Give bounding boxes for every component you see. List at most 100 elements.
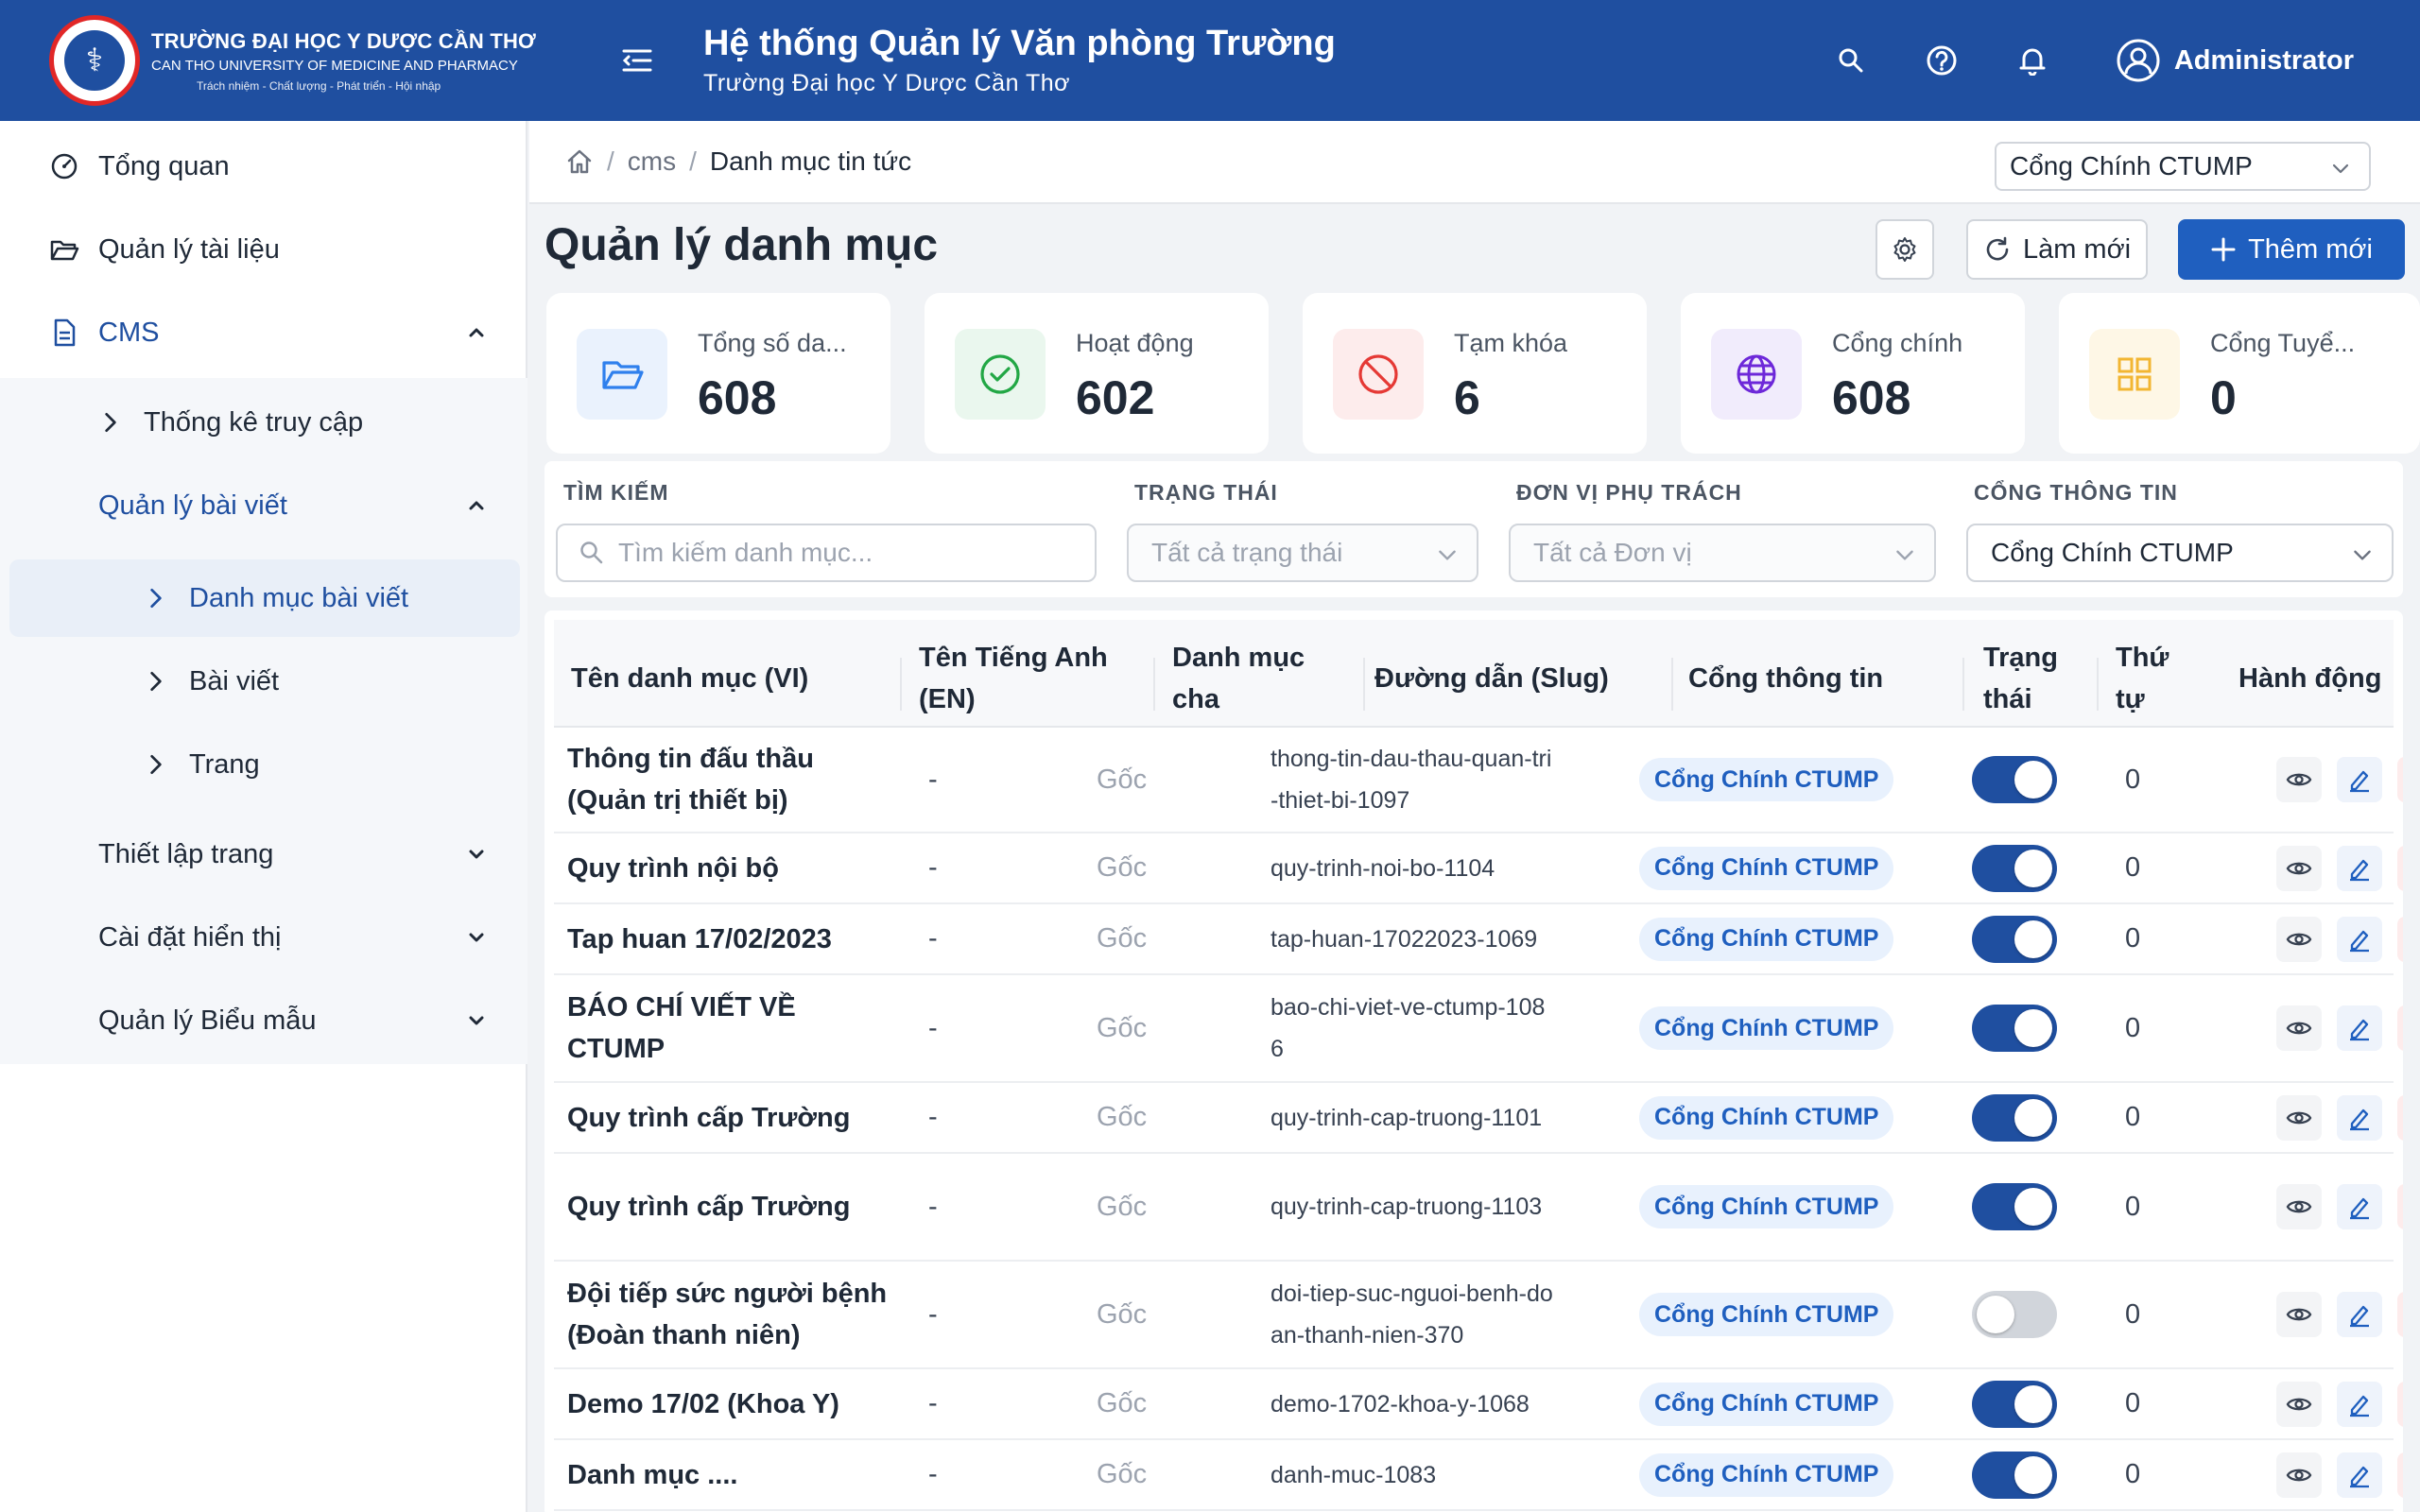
- bell-icon[interactable]: [2006, 34, 2059, 87]
- breadcrumb-bar: / cms / Danh mục tin tức Cổng Chính CTUM…: [529, 121, 2420, 204]
- sidebar-item-post-categories[interactable]: Danh mục bài viết: [0, 557, 527, 640]
- eye-icon[interactable]: [2276, 1381, 2322, 1427]
- edit-icon[interactable]: [2337, 1452, 2382, 1498]
- table-row[interactable]: Đội tiếp sức người bệnh (Đoàn thanh niên…: [554, 1262, 2403, 1369]
- menu-toggle-icon[interactable]: [618, 42, 656, 79]
- sidebar-item-posts[interactable]: Bài viết: [0, 640, 527, 723]
- portal-badge: Cổng Chính CTUMP: [1639, 846, 1894, 890]
- column-header-name[interactable]: Tên danh mục (VI): [571, 620, 808, 737]
- filter-label-status: TRẠNG THÁI: [1134, 480, 1278, 505]
- status-select[interactable]: Tất cả trạng thái: [1127, 524, 1478, 582]
- sidebar-item-page-setup[interactable]: Thiết lập trang: [0, 813, 527, 896]
- table-row[interactable]: Quy trình nội bộ - Gốc quy-trinh-noi-bo-110…: [554, 833, 2403, 904]
- status-toggle[interactable]: [1972, 915, 2057, 963]
- eye-icon[interactable]: [2276, 1452, 2322, 1498]
- status-select-value: Tất cả trạng thái: [1151, 538, 1343, 567]
- sidebar-item-cms[interactable]: CMS: [0, 291, 527, 374]
- chevron-down-icon: [1896, 550, 1913, 560]
- column-header-order[interactable]: Thứ tự: [2116, 620, 2191, 737]
- edit-icon[interactable]: [2337, 845, 2382, 891]
- portal-badge: Cổng Chính CTUMP: [1639, 1185, 1894, 1228]
- edit-icon[interactable]: [2337, 1292, 2382, 1337]
- refresh-button[interactable]: Làm mới: [1966, 219, 2148, 280]
- edit-icon[interactable]: [2337, 757, 2382, 802]
- category-name: Đội tiếp sức người bệnh (Đoàn thanh niên…: [567, 1279, 888, 1350]
- eye-icon[interactable]: [2276, 757, 2322, 802]
- toggle-knob: [2014, 849, 2052, 887]
- user-menu[interactable]: Administrator: [2116, 38, 2354, 83]
- sidebar-item-post-management[interactable]: Quản lý bài viết: [0, 464, 527, 547]
- status-toggle[interactable]: [1972, 1093, 2057, 1142]
- add-new-button[interactable]: Thêm mới: [2178, 219, 2405, 280]
- sidebar-item-access-stats[interactable]: Thống kê truy cập: [0, 381, 527, 464]
- table-row[interactable]: Quy trình cấp Trường - Gốc quy-trinh-cap-tr…: [554, 1154, 2403, 1262]
- search-icon[interactable]: [1824, 34, 1877, 87]
- settings-button[interactable]: [1876, 219, 1934, 280]
- stat-value: 0: [2210, 371, 2237, 424]
- toggle-knob: [2014, 1384, 2052, 1423]
- status-toggle[interactable]: [1972, 844, 2057, 892]
- eye-icon[interactable]: [2276, 916, 2322, 962]
- portal-filter-select[interactable]: Cổng Chính CTUMP: [1966, 524, 2394, 582]
- status-toggle[interactable]: [1972, 756, 2057, 803]
- gear-icon: [1893, 237, 1916, 262]
- edit-icon[interactable]: [2337, 916, 2382, 962]
- edit-icon[interactable]: [2337, 1381, 2382, 1427]
- column-header-portal[interactable]: Cổng thông tin: [1688, 620, 1883, 737]
- status-toggle[interactable]: [1972, 1291, 2057, 1338]
- stat-value: 608: [698, 371, 777, 424]
- column-header-parent[interactable]: Danh mục cha: [1172, 620, 1323, 737]
- trash-icon[interactable]: [2397, 1452, 2403, 1498]
- breadcrumb: / cms / Danh mục tin tức: [565, 146, 911, 177]
- eye-icon[interactable]: [2276, 1005, 2322, 1051]
- table-row[interactable]: Tap huan 17/02/2023 - Gốc tap-huan-17022023…: [554, 904, 2403, 975]
- search-input[interactable]: Tìm kiếm danh mục...: [556, 524, 1097, 582]
- edit-icon[interactable]: [2337, 1184, 2382, 1229]
- unit-select[interactable]: Tất cả Đơn vị: [1509, 524, 1936, 582]
- sidebar-item-documents[interactable]: Quản lý tài liệu: [0, 208, 527, 291]
- eye-icon[interactable]: [2276, 845, 2322, 891]
- home-icon[interactable]: [565, 147, 594, 176]
- trash-icon[interactable]: [2397, 1381, 2403, 1427]
- university-logo[interactable]: ⚕ TRƯỜNG ĐẠI HỌC Y DƯỢC CẦN THƠ CAN THO …: [49, 15, 541, 106]
- status-toggle[interactable]: [1972, 1005, 2057, 1052]
- trash-icon[interactable]: [2397, 1292, 2403, 1337]
- logo-name-en: CAN THO UNIVERSITY OF MEDICINE AND PHARM…: [151, 57, 518, 74]
- portal-select[interactable]: Cổng Chính CTUMP: [1995, 142, 2371, 191]
- category-name: Demo 17/02 (Khoa Y): [567, 1388, 839, 1419]
- eye-icon[interactable]: [2276, 1292, 2322, 1337]
- sort-order: 0: [2125, 1298, 2141, 1330]
- trash-icon[interactable]: [2397, 757, 2403, 802]
- sort-order: 0: [2125, 1102, 2141, 1132]
- trash-icon[interactable]: [2397, 1094, 2403, 1141]
- help-icon[interactable]: [1915, 34, 1968, 87]
- table-row[interactable]: Quy trình cấp Trường - Gốc quy-trinh-cap-tr…: [554, 1083, 2403, 1154]
- sidebar-item-dashboard[interactable]: Tổng quan: [0, 125, 527, 208]
- status-toggle[interactable]: [1972, 1451, 2057, 1499]
- sidebar-item-display-settings[interactable]: Cài đặt hiển thị: [0, 896, 527, 979]
- trash-icon[interactable]: [2397, 1184, 2403, 1229]
- chevron-right-icon: [105, 412, 116, 433]
- table-row[interactable]: BÁO CHÍ VIẾT VỀ CTUMP - Gốc bao-chi-viet-ve…: [554, 975, 2403, 1083]
- status-toggle[interactable]: [1972, 1183, 2057, 1230]
- column-header-status[interactable]: Trạng thái: [1983, 620, 2087, 737]
- category-slug: danh-muc-1083: [1270, 1461, 1437, 1488]
- eye-icon[interactable]: [2276, 1184, 2322, 1229]
- column-header-slug[interactable]: Đường dẫn (Slug): [1374, 620, 1609, 737]
- app-title: Hệ thống Quản lý Văn phòng Trường: [703, 24, 1336, 63]
- breadcrumb-cms[interactable]: cms: [628, 146, 676, 177]
- trash-icon[interactable]: [2397, 916, 2403, 962]
- edit-icon[interactable]: [2337, 1005, 2382, 1051]
- edit-icon[interactable]: [2337, 1094, 2382, 1141]
- table-row[interactable]: Demo 17/02 (Khoa Y) - Gốc demo-1702-khoa-y-…: [554, 1369, 2403, 1440]
- column-header-en[interactable]: Tên Tiếng Anh (EN): [919, 620, 1127, 737]
- sidebar-item-forms[interactable]: Quản lý Biểu mẫu: [0, 979, 527, 1062]
- trash-icon[interactable]: [2397, 845, 2403, 891]
- table-row[interactable]: Danh mục .... - Gốc danh-muc-1083 Cổng Chính…: [554, 1440, 2403, 1511]
- table-row[interactable]: Thông tin đấu thầu (Quản trị thiết bị) - G…: [554, 728, 2403, 833]
- sidebar-item-pages[interactable]: Trang: [0, 723, 527, 806]
- portal-badge: Cổng Chính CTUMP: [1639, 1293, 1894, 1336]
- status-toggle[interactable]: [1972, 1380, 2057, 1428]
- eye-icon[interactable]: [2276, 1094, 2322, 1141]
- trash-icon[interactable]: [2397, 1005, 2403, 1051]
